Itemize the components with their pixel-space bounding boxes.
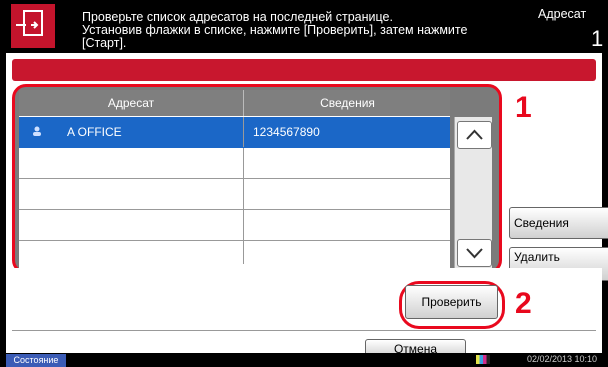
- table-row[interactable]: [19, 241, 450, 264]
- row-divider: [243, 179, 244, 209]
- chevron-down-icon: [466, 248, 483, 259]
- row-name: A OFFICE: [67, 125, 122, 139]
- chevron-up-icon: [466, 129, 483, 140]
- row-divider: [243, 241, 244, 264]
- row-detail: 1234567890: [253, 125, 320, 139]
- destination-count: 1: [591, 26, 604, 51]
- footer-area: [6, 268, 602, 353]
- table-row[interactable]: A OFFICE 1234567890: [19, 117, 450, 148]
- row-divider: [243, 210, 244, 240]
- details-button[interactable]: Сведения: [509, 207, 608, 239]
- toner-icon: [476, 355, 490, 364]
- callout-number-1: 1: [515, 91, 532, 124]
- callout-number-2: 2: [515, 287, 532, 320]
- check-button[interactable]: Проверить: [405, 285, 498, 319]
- instruction-message: Проверьте список адресатов на последней …: [82, 10, 468, 50]
- datetime: 02/02/2013 10:10: [527, 354, 598, 364]
- top-bar: Проверьте список адресатов на последней …: [0, 0, 608, 53]
- table-row[interactable]: [19, 210, 450, 241]
- destination-label: Адресат: [538, 7, 587, 21]
- row-divider: [243, 117, 244, 147]
- title-band: [6, 53, 602, 83]
- scroll-down-button[interactable]: [457, 239, 492, 267]
- table-header: Адресат Сведения: [19, 90, 450, 116]
- scrollbar[interactable]: [454, 117, 492, 269]
- table-row[interactable]: [19, 148, 450, 179]
- divider: [12, 330, 596, 331]
- column-destination[interactable]: Адресат: [19, 90, 243, 116]
- column-details[interactable]: Сведения: [243, 90, 451, 116]
- table-row[interactable]: [19, 179, 450, 210]
- send-icon: [11, 4, 55, 48]
- right-frame: [602, 53, 608, 353]
- accent-bar: [12, 59, 596, 81]
- contact-icon: [32, 126, 42, 139]
- status-bar: Состояние 02/02/2013 10:10: [0, 353, 608, 367]
- row-divider: [243, 148, 244, 178]
- scroll-up-button[interactable]: [457, 121, 492, 149]
- status-button[interactable]: Состояние: [6, 354, 66, 367]
